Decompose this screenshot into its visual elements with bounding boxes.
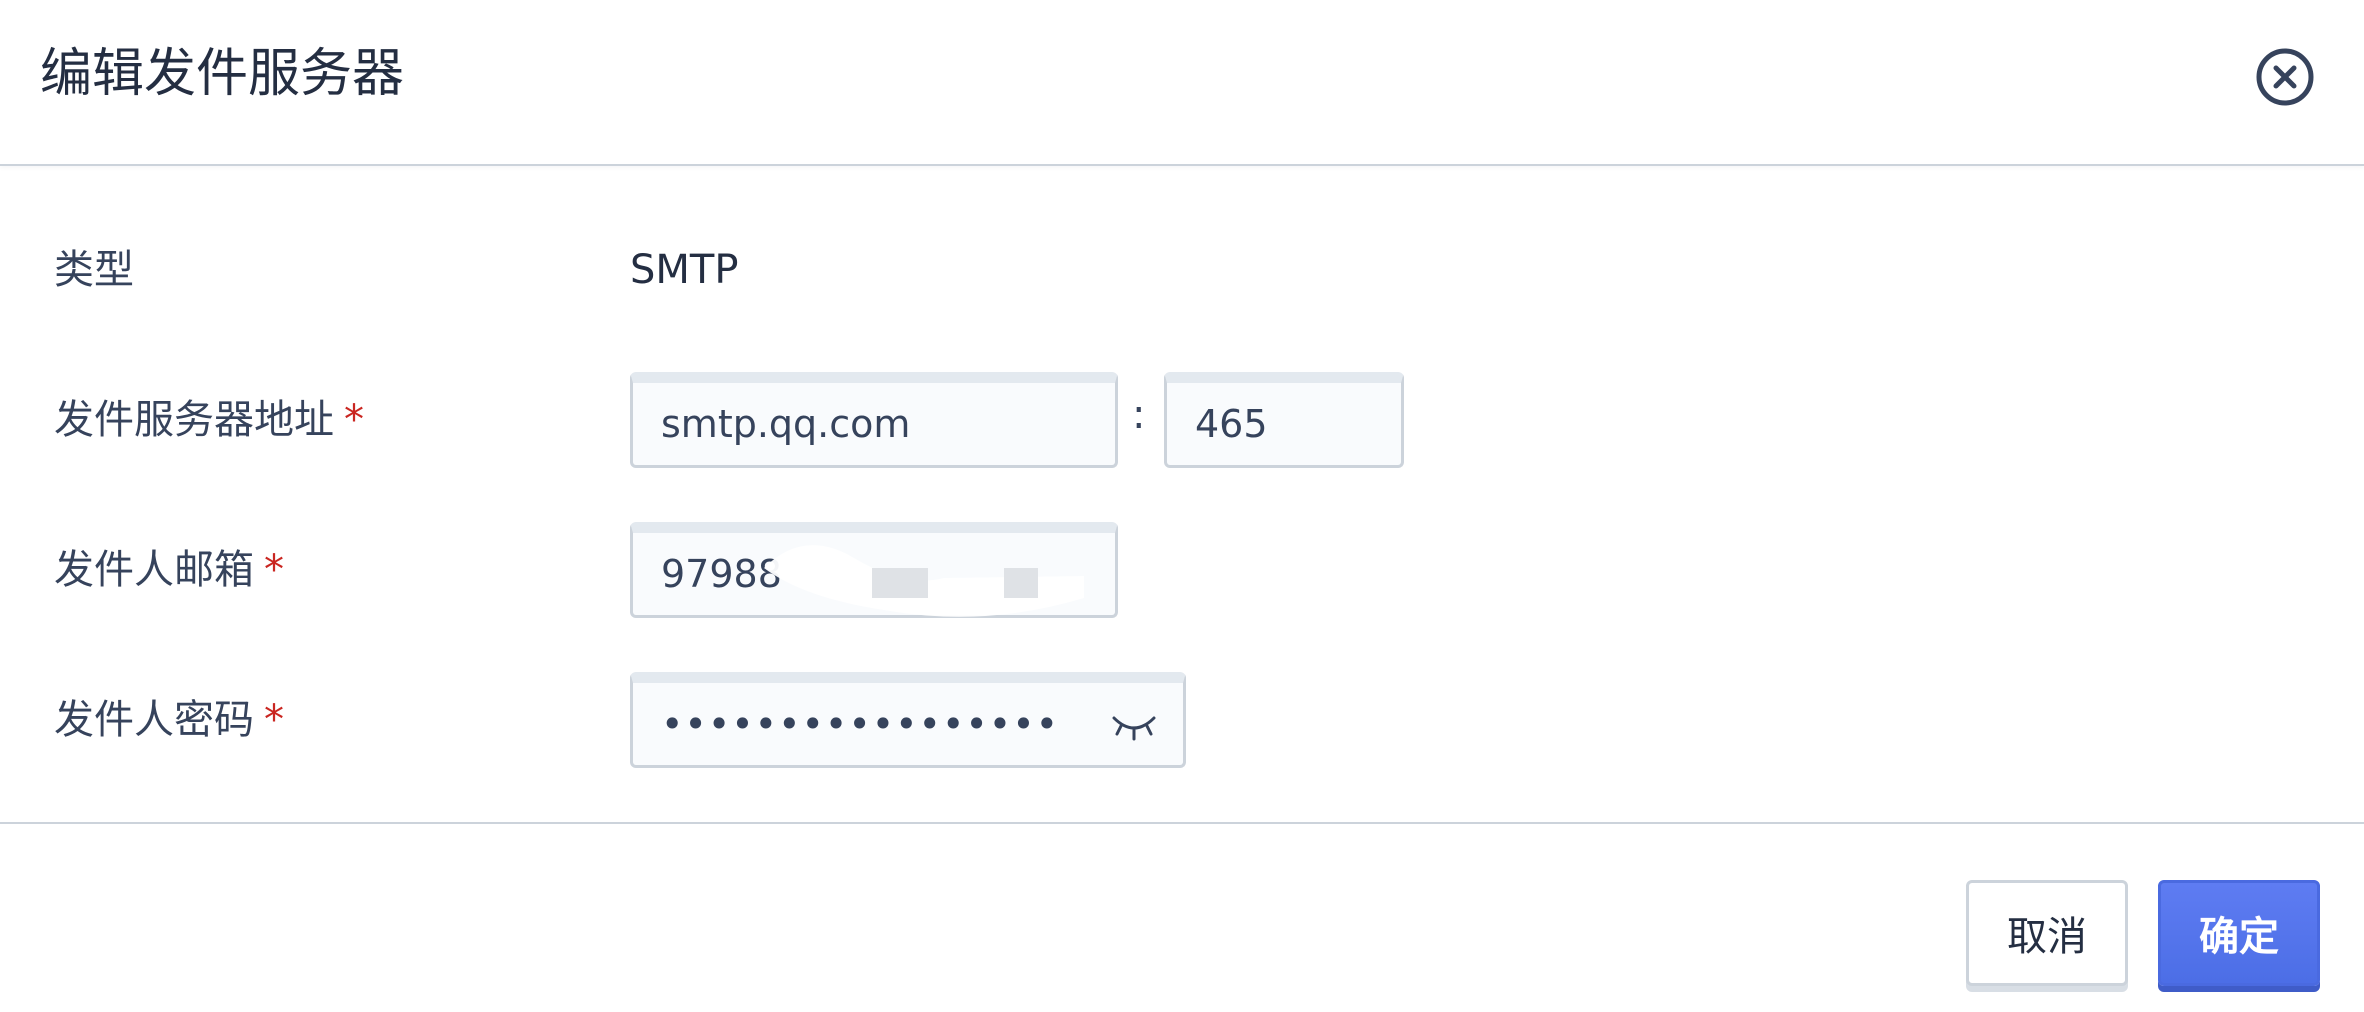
server-address-label-text: 发件服务器地址 xyxy=(54,397,334,443)
cancel-button[interactable]: 取消 xyxy=(1966,880,2128,986)
server-address-label: 发件服务器地址 * xyxy=(54,394,364,446)
close-icon[interactable] xyxy=(2254,46,2316,108)
type-value: SMTP xyxy=(630,247,739,293)
dialog-title: 编辑发件服务器 xyxy=(40,44,405,104)
sender-password-label-text: 发件人密码 xyxy=(54,697,254,743)
sender-password-label: 发件人密码 * xyxy=(54,694,284,746)
eye-closed-icon[interactable] xyxy=(1108,708,1160,744)
confirm-button[interactable]: 确定 xyxy=(2158,880,2320,986)
footer-divider xyxy=(0,822,2364,824)
server-port-input[interactable] xyxy=(1164,372,1404,468)
host-port-separator: : xyxy=(1132,392,1146,438)
redaction-blur xyxy=(764,545,1084,617)
dialog-header: 编辑发件服务器 xyxy=(0,0,2364,166)
type-label: 类型 xyxy=(54,247,134,293)
sender-password-input[interactable] xyxy=(630,672,1186,768)
server-host-input[interactable] xyxy=(630,372,1118,468)
sender-email-label: 发件人邮箱 * xyxy=(54,544,284,596)
sender-email-label-text: 发件人邮箱 xyxy=(54,547,254,593)
required-marker: * xyxy=(264,547,284,593)
required-marker: * xyxy=(344,397,364,443)
edit-smtp-server-dialog: 编辑发件服务器 类型 SMTP 发件服务器地址* : 发件人邮箱* 发件人密码* xyxy=(0,0,2364,1012)
required-marker: * xyxy=(264,697,284,743)
